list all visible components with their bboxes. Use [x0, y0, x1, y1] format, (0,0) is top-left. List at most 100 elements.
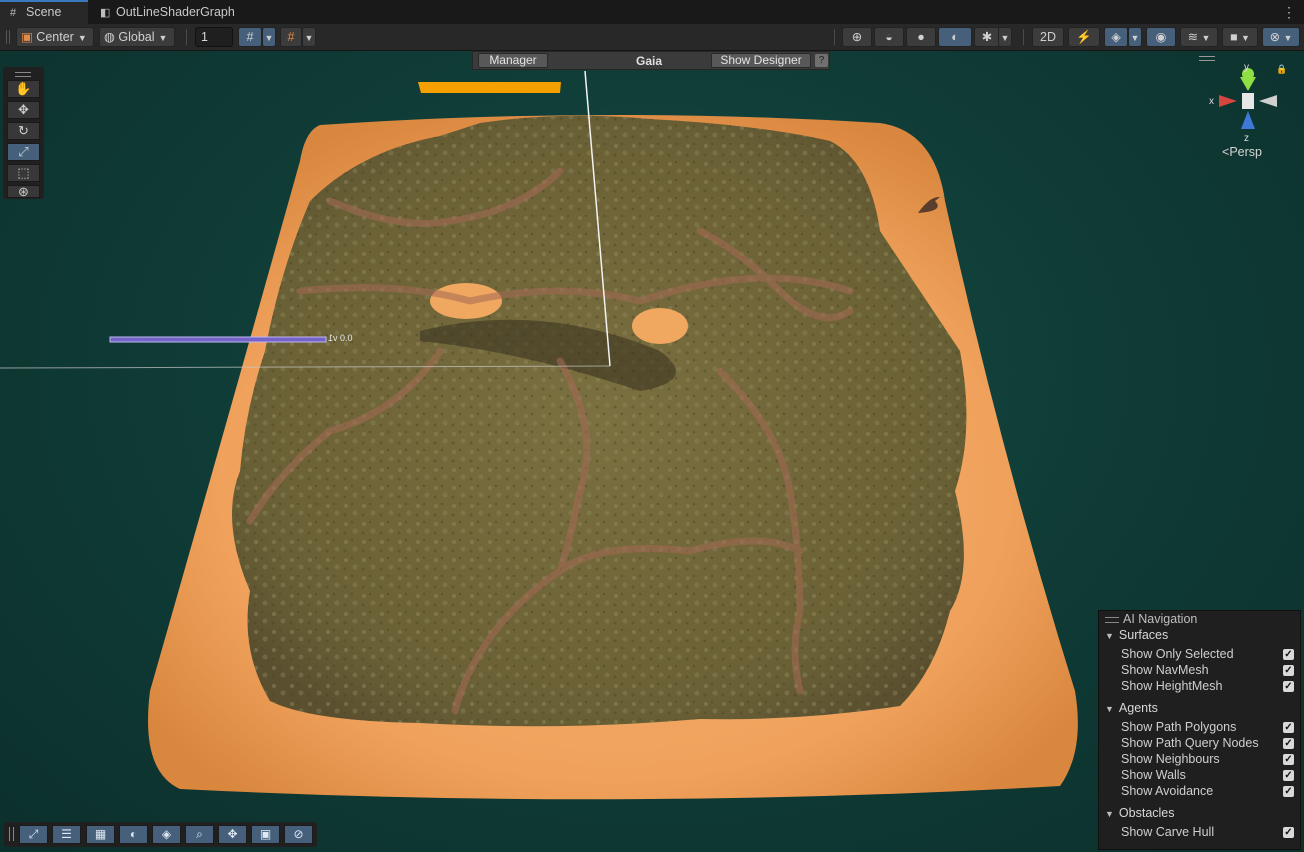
overlay-grip[interactable] [15, 72, 31, 77]
2d-icon: 2D [1040, 30, 1056, 44]
wireframe-shading-button[interactable]: ⊕ [842, 27, 872, 47]
rect-tool-button[interactable]: ⬚ [7, 164, 40, 182]
toggle-2d-button[interactable]: 2D [1032, 27, 1064, 47]
checkbox-show-navmesh[interactable]: ✓ [1283, 665, 1294, 676]
ai-navigation-title[interactable]: AI Navigation [1105, 612, 1197, 626]
shaded-wireframe-icon: ◒ [885, 30, 893, 44]
option-show-neighbours: Show Neighbours [1121, 752, 1220, 766]
orientation-gizmo[interactable]: y x z [1205, 63, 1295, 153]
rotate-icon: ↻ [18, 123, 29, 138]
overlay-button-sliders[interactable]: ☰ [52, 825, 81, 844]
pivot-rotation-dropdown[interactable]: ◍ Global ▼ [99, 27, 175, 47]
wireframe-sphere-icon: ⊕ [851, 30, 863, 44]
checkbox-show-only-selected[interactable]: ✓ [1283, 649, 1294, 660]
solid-sphere-icon: ● [917, 30, 925, 44]
gizmo-z-label: z [1244, 133, 1249, 144]
projection-toggle[interactable]: <Persp [1222, 145, 1262, 159]
grid-visibility-dropdown[interactable]: ▼ [302, 27, 316, 47]
hand-tool-button[interactable]: ✋ [7, 80, 40, 98]
section-agents[interactable]: ▼ Agents [1105, 701, 1158, 715]
scene-toolbar: ▣ Center ▼ ◍ Global ▼ 1 # ▼ # ▼ ⊕ ◒ ● ◐ ✱ … [0, 24, 1304, 51]
ai-navigation-title-text: AI Navigation [1123, 612, 1198, 626]
chevron-down-icon: ▼ [77, 33, 87, 43]
gaia-toolbar: Manager Gaia Show Designer ? [472, 51, 830, 70]
camera-settings-dropdown[interactable]: ■ ▼ [1222, 27, 1258, 47]
overlay-button-grid-brush[interactable]: ▦ [86, 825, 115, 844]
tab-outline-shader-graph[interactable]: ◧ OutLineShaderGraph [90, 0, 245, 24]
grid-snapping-dropdown[interactable]: ▼ [262, 27, 276, 47]
overlay-button-camera[interactable]: ▣ [251, 825, 280, 844]
gizmo-icon: ⊗ ▼ [1269, 30, 1293, 44]
tools-overlay: ✋ ✥ ↻ ⤢ ⬚ ⊛ [3, 67, 44, 199]
chevron-down-icon: ▼ [264, 33, 274, 43]
toolbar-separator [834, 29, 835, 45]
move-tool-button[interactable]: ✥ [7, 101, 40, 119]
option-show-path-query-nodes: Show Path Query Nodes [1121, 736, 1259, 750]
debug-draw-mode-button[interactable]: ✱ [974, 27, 1000, 47]
overlay-button-move[interactable]: ✥ [218, 825, 247, 844]
layers-dropdown[interactable]: ≋ ▼ [1180, 27, 1218, 47]
overlay-label: 0.0 v1 [328, 333, 353, 343]
chevron-down-icon: ▼ [1130, 33, 1140, 43]
gizmo-x-label: x [1209, 96, 1214, 107]
snap-increment-field[interactable]: 1 [195, 27, 233, 47]
checkbox-show-neighbours[interactable]: ✓ [1283, 754, 1294, 765]
compass-icon: ⊘ [293, 827, 304, 841]
show-designer-button[interactable]: Show Designer [711, 53, 811, 68]
grid-snapping-toggle[interactable]: # [238, 27, 262, 47]
help-icon[interactable]: ? [815, 54, 828, 67]
stack-icon: ≋ ▼ [1187, 30, 1211, 44]
kebab-menu-icon[interactable]: ⋮ [1282, 0, 1296, 24]
checkbox-show-path-query-nodes[interactable]: ✓ [1283, 738, 1294, 749]
rotate-tool-button[interactable]: ↻ [7, 122, 40, 140]
eye-icon: ◉ [1155, 30, 1167, 44]
lit-shading-button[interactable]: ◐ [938, 27, 972, 47]
gizmos-dropdown[interactable]: ⊗ ▼ [1262, 27, 1300, 47]
option-show-carve-hull: Show Carve Hull [1121, 825, 1215, 839]
option-show-walls: Show Walls [1121, 768, 1186, 782]
shaded-wireframe-button[interactable]: ◒ [874, 27, 904, 47]
overlay-button-navmesh[interactable]: ◈ [152, 825, 181, 844]
shader-graph-icon: ◧ [100, 7, 111, 19]
overlay-button-search[interactable]: ⌕ [185, 825, 214, 844]
checkbox-show-avoidance[interactable]: ✓ [1283, 786, 1294, 797]
grid-visibility-toggle[interactable]: # [280, 27, 302, 47]
toolbar-grip[interactable] [6, 30, 10, 44]
transform-tool-button[interactable]: ⊛ [7, 185, 40, 198]
checkbox-show-carve-hull[interactable]: ✓ [1283, 827, 1294, 838]
layers-icon: ◈ [1111, 30, 1121, 44]
gaia-title: Gaia [635, 54, 662, 68]
overlay-button-scale[interactable]: ⤢ [19, 825, 48, 844]
section-surfaces[interactable]: ▼ Surfaces [1105, 628, 1168, 642]
effects-dropdown[interactable]: ▼ [1128, 27, 1142, 47]
debug-draw-mode-dropdown[interactable]: ▼ [998, 27, 1012, 47]
progress-bar [418, 82, 561, 93]
scene-visibility-toggle[interactable]: ◉ [1146, 27, 1176, 47]
overlay-button-lighting[interactable]: ◐ [119, 825, 148, 844]
scene-viewport[interactable]: 0.0 v1 Manager Gaia Show Designer ? ✋ ✥ … [0, 51, 1304, 852]
section-obstacles-label: Obstacles [1118, 806, 1175, 820]
effects-toggle-button[interactable]: ◈ [1104, 27, 1128, 47]
ai-navigation-overlay: AI Navigation ▼ Surfaces Show Only Select… [1098, 610, 1301, 850]
gizmo-menu-icon[interactable] [1199, 56, 1215, 61]
checkbox-show-heightmesh[interactable]: ✓ [1283, 681, 1294, 692]
overlay-grip [1105, 616, 1119, 623]
move-icon: ✥ [18, 102, 29, 117]
overlay-grip[interactable] [9, 827, 14, 841]
overlay-button-compass[interactable]: ⊘ [284, 825, 313, 844]
move-icon: ✥ [227, 827, 238, 841]
checkbox-show-walls[interactable]: ✓ [1283, 770, 1294, 781]
checkbox-show-path-polygons[interactable]: ✓ [1283, 722, 1294, 733]
rect-icon: ⬚ [17, 165, 30, 180]
gaia-manager-button[interactable]: Manager [478, 53, 548, 68]
grid-brush-icon: ▦ [94, 827, 107, 841]
chevron-down-icon: ▼ [1000, 33, 1010, 43]
tab-scene[interactable]: # Scene [0, 0, 88, 24]
unlit-shading-button[interactable]: ● [906, 27, 936, 47]
pivot-mode-dropdown[interactable]: ▣ Center ▼ [16, 27, 94, 47]
section-obstacles[interactable]: ▼ Obstacles [1105, 806, 1175, 820]
scale-tool-button[interactable]: ⤢ [7, 143, 40, 161]
projection-label: Persp [1229, 145, 1262, 159]
hand-icon: ✋ [15, 81, 32, 96]
lighting-toggle-button[interactable]: ⚡ [1068, 27, 1100, 47]
